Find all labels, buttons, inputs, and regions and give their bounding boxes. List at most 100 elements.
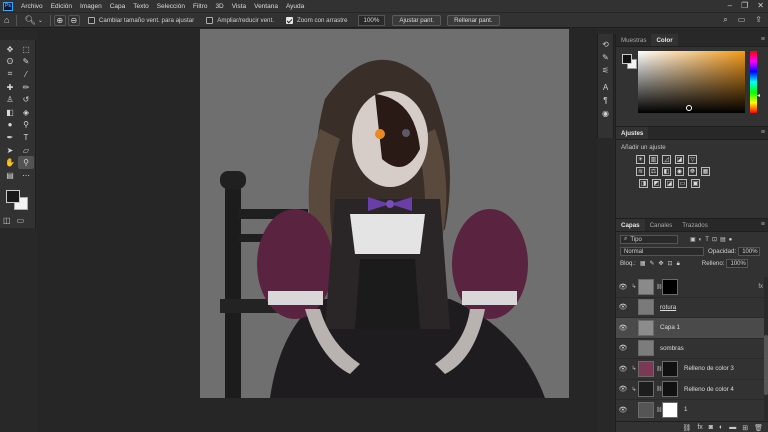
quick-mask-icon[interactable]: ◫	[3, 216, 11, 225]
foreground-color-swatch[interactable]	[622, 54, 632, 64]
color-swatches[interactable]	[6, 190, 30, 212]
tab-capas[interactable]: Capas	[616, 219, 645, 231]
tool-preset-chevron-icon[interactable]: ⌄	[38, 17, 43, 24]
selective-color-icon[interactable]: ▣	[691, 179, 700, 188]
layer-row[interactable]: 👁︎ ↳ ⛓ Relleno de color 4	[616, 380, 768, 400]
menu-edicion[interactable]: Edición	[47, 3, 76, 10]
delete-layer-icon[interactable]: 🗑︎	[754, 424, 763, 432]
libraries-icon[interactable]: ◉	[598, 107, 613, 120]
maximize-icon[interactable]: ❐	[741, 1, 748, 11]
quick-select-tool-icon[interactable]: ✎	[18, 56, 34, 69]
blur-tool-icon[interactable]: ●	[2, 119, 18, 132]
eye-icon[interactable]: 👁︎	[616, 385, 630, 393]
marquee-tool-icon[interactable]: ⬚	[18, 43, 34, 56]
menu-imagen[interactable]: Imagen	[76, 3, 106, 10]
fill-screen-button[interactable]: Rellenar pant.	[447, 14, 500, 26]
crop-tool-icon[interactable]: ⌗	[2, 68, 18, 81]
posterize-icon[interactable]: ◩	[652, 179, 661, 188]
lock-icons[interactable]: ▦✎✥⊡🔒︎	[640, 260, 684, 268]
panel-menu-icon[interactable]: ≡	[761, 129, 765, 136]
invert-icon[interactable]: ◨	[639, 179, 648, 188]
color-balance-icon[interactable]: ⚖	[649, 167, 658, 176]
move-tool-icon[interactable]: ✥	[2, 43, 18, 56]
canvas-area[interactable]	[37, 29, 597, 432]
close-icon[interactable]: ✕	[757, 1, 764, 11]
opacity-field[interactable]: 100%	[738, 247, 761, 256]
checkbox-box[interactable]	[206, 16, 214, 24]
threshold-icon[interactable]: ◪	[665, 179, 674, 188]
hue-saturation-icon[interactable]: ≋	[636, 167, 645, 176]
menu-filtro[interactable]: Filtro	[189, 3, 211, 10]
add-mask-icon[interactable]: ◙	[709, 424, 713, 431]
menu-archivo[interactable]: Archivo	[17, 3, 47, 10]
brush-tool-icon[interactable]: ✏	[18, 81, 34, 94]
clone-stamp-tool-icon[interactable]: ♙	[2, 93, 18, 106]
checkbox-box[interactable]	[87, 16, 95, 24]
paragraph-icon[interactable]: ¶	[598, 94, 613, 107]
path-select-tool-icon[interactable]: ➤	[2, 144, 18, 157]
color-marker[interactable]	[686, 105, 692, 111]
layer-row[interactable]: 👁︎ ↳ ⛓ fx	[616, 277, 768, 298]
eyedropper-tool-icon[interactable]: ⁄	[18, 68, 34, 81]
filter-icons[interactable]: ▣◐T⊡▤●	[690, 236, 735, 243]
history-brush-tool-icon[interactable]: ↺	[18, 93, 34, 106]
tab-trazados[interactable]: Trazados	[677, 219, 713, 231]
curves-icon[interactable]: ◿	[662, 155, 671, 164]
hand-tool-icon[interactable]: ✋	[2, 156, 18, 169]
brush-settings-icon[interactable]: ✎	[598, 51, 613, 64]
shape-tool-icon[interactable]: ▱	[18, 144, 34, 157]
screen-mode-icon[interactable]: ▭	[17, 216, 25, 225]
zoom-all-windows-checkbox[interactable]: Ampliar/reducir vent.	[206, 16, 274, 24]
scrubby-zoom-checkbox[interactable]: Zoom con arrastre	[285, 16, 348, 24]
adjustment-layer-icon[interactable]: ◐	[719, 424, 723, 431]
character-icon[interactable]: A	[598, 81, 613, 94]
resize-windows-checkbox[interactable]: Cambiar tamaño vent. para ajustar	[87, 16, 194, 24]
workspace-icon[interactable]: ▭	[738, 15, 746, 25]
gradient-map-icon[interactable]: ▭	[678, 179, 687, 188]
menu-vista[interactable]: Vista	[228, 3, 250, 10]
minimize-icon[interactable]: –	[728, 1, 732, 11]
tab-color[interactable]: Color	[651, 34, 678, 46]
tab-muestras[interactable]: Muestras	[616, 34, 651, 46]
exposure-icon[interactable]: ◪	[675, 155, 684, 164]
paint-bucket-tool-icon[interactable]: ◈	[18, 106, 34, 119]
panel-menu-icon[interactable]: ≡	[761, 221, 765, 228]
tab-ajustes[interactable]: Ajustes	[616, 127, 649, 139]
pen-tool-icon[interactable]: ✒	[2, 131, 18, 144]
eye-icon[interactable]: 👁︎	[616, 283, 630, 291]
tab-canales[interactable]: Canales	[645, 219, 678, 231]
menu-seleccion[interactable]: Selección	[153, 3, 189, 10]
fit-screen-button[interactable]: Ajustar pant.	[392, 14, 442, 26]
brightness-icon[interactable]: ☀	[636, 155, 645, 164]
blend-mode-select[interactable]: Normal	[620, 247, 704, 256]
foreground-color-swatch[interactable]	[6, 190, 20, 203]
properties-icon[interactable]: ⚟	[598, 64, 613, 77]
new-layer-icon[interactable]: ⊞	[742, 424, 748, 432]
zoom-value-field[interactable]: 100%	[357, 14, 386, 26]
layer-row-selected[interactable]: 👁︎ Capa 1	[616, 318, 768, 339]
eye-icon[interactable]: 👁︎	[616, 406, 630, 414]
link-layers-icon[interactable]: ⛓	[682, 424, 691, 432]
more-tools-icon[interactable]: ⋯	[18, 169, 34, 182]
menu-ayuda[interactable]: Ayuda	[282, 3, 308, 10]
history-icon[interactable]: ⟲	[598, 38, 613, 51]
eye-icon[interactable]: 👁︎	[616, 303, 630, 311]
scrollbar-thumb[interactable]	[764, 335, 768, 395]
color-spectrum[interactable]	[638, 51, 745, 113]
zoom-in-icon[interactable]: ⊕	[53, 14, 66, 26]
color-lookup-icon[interactable]: ▦	[701, 167, 710, 176]
layer-row[interactable]: 👁︎ ⛓ 1	[616, 400, 768, 420]
layer-row[interactable]: 👁︎ sombras	[616, 339, 768, 359]
vibrance-icon[interactable]: ▽	[688, 155, 697, 164]
photo-filter-icon[interactable]: ◉	[675, 167, 684, 176]
eye-icon[interactable]: 👁︎	[616, 344, 630, 352]
panel-menu-icon[interactable]: ≡	[761, 36, 765, 43]
lasso-tool-icon[interactable]: ʘ	[2, 56, 18, 69]
share-icon[interactable]: ⇪	[755, 15, 762, 25]
black-white-icon[interactable]: ◧	[662, 167, 671, 176]
search-icon[interactable]: ⌕	[723, 15, 727, 25]
zoom-tool-icon[interactable]: ⚲	[18, 156, 34, 169]
hue-slider[interactable]	[750, 51, 757, 113]
menu-ventana[interactable]: Ventana	[250, 3, 282, 10]
fx-icon[interactable]: fx	[697, 424, 702, 431]
